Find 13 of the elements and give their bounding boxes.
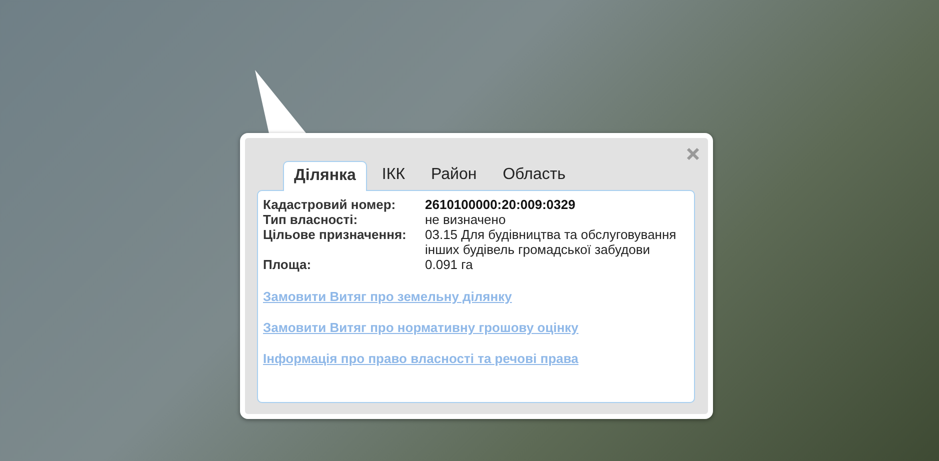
tab[interactable]: ІКК: [370, 160, 416, 190]
field-label: Цільове призначення:: [263, 227, 408, 244]
field-value: 0.091 га: [425, 257, 473, 272]
tab[interactable]: Ділянка: [283, 161, 367, 191]
field-value: не визначено: [425, 212, 506, 227]
field-label: Кадастровий номер:: [263, 197, 397, 212]
field-label: Тип власності:: [263, 212, 359, 227]
tab[interactable]: Район: [420, 160, 488, 190]
field-value: 03.15 Для будівництва та обслуговування інших будівель громадської забудови: [425, 227, 678, 257]
close-icon[interactable]: [686, 147, 700, 161]
tab[interactable]: Область: [492, 160, 577, 190]
field-label: Площа:: [263, 257, 312, 272]
field-value: 2610100000:20:009:0329: [425, 197, 576, 212]
